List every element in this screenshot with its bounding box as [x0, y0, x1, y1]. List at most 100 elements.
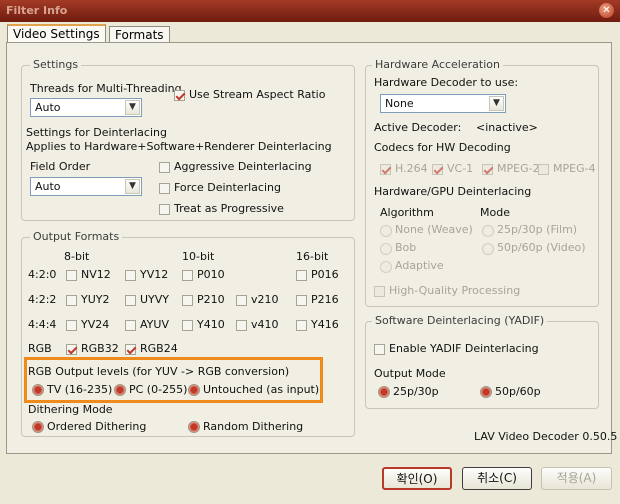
row-label-444: 4:4:4 [28, 318, 57, 331]
random-dither-radio[interactable] [188, 421, 200, 433]
field-order-select[interactable]: Auto ▼ [30, 177, 142, 196]
apply-button[interactable]: 적용(A) [541, 467, 612, 490]
y416-checkbox[interactable] [296, 320, 307, 331]
cancel-button[interactable]: 취소(C) [462, 467, 532, 490]
ok-button[interactable]: 확인(O) [382, 467, 452, 490]
h264-label: H.264 [395, 162, 428, 175]
bob-radio[interactable] [380, 243, 392, 255]
p010-label: P010 [197, 268, 225, 281]
active-decoder-value: <inactive> [476, 121, 538, 134]
rgb32-label: RGB32 [81, 342, 119, 355]
field-order-value: Auto [35, 180, 61, 193]
active-decoder-label: Active Decoder: [374, 121, 462, 134]
yadif-25p-label: 25p/30p [393, 385, 439, 398]
film-mode-label: 25p/30p (Film) [497, 223, 578, 236]
stream-aspect-label: Use Stream Aspect Ratio [189, 88, 326, 101]
yadif-enable-label: Enable YADIF Deinterlacing [389, 342, 539, 355]
yv12-checkbox[interactable] [125, 270, 136, 281]
force-checkbox[interactable] [159, 183, 170, 194]
nv12-checkbox[interactable] [66, 270, 77, 281]
yadif-group: Software Deinterlacing (YADIF) Enable YA… [365, 314, 599, 409]
v210-checkbox[interactable] [236, 295, 247, 306]
rgb24-label: RGB24 [140, 342, 178, 355]
p016-label: P016 [311, 268, 339, 281]
hq-processing-checkbox[interactable] [374, 286, 385, 297]
v210-label: v210 [251, 293, 279, 306]
uyvy-label: UYVY [140, 293, 170, 306]
row-label-rgb: RGB [28, 342, 52, 355]
p210-checkbox[interactable] [182, 295, 193, 306]
col-16bit: 16-bit [296, 250, 329, 263]
settings-title: Settings [30, 58, 82, 71]
vc1-checkbox[interactable] [432, 164, 443, 175]
h264-checkbox[interactable] [380, 164, 391, 175]
p010-checkbox[interactable] [182, 270, 193, 281]
title-bar: Filter Info ✕ [0, 0, 620, 22]
yadif-50p-radio[interactable] [480, 386, 492, 398]
ayuv-checkbox[interactable] [125, 320, 136, 331]
chevron-down-icon: ▼ [489, 96, 504, 111]
chevron-down-icon: ▼ [125, 100, 140, 115]
hw-decoder-select[interactable]: None ▼ [380, 94, 506, 113]
aggressive-label: Aggressive Deinterlacing [174, 160, 312, 173]
threads-select[interactable]: Auto ▼ [30, 98, 142, 117]
vc1-label: VC-1 [447, 162, 474, 175]
mode-label: Mode [480, 206, 510, 219]
video-mode-label: 50p/60p (Video) [497, 241, 586, 254]
weave-label: None (Weave) [395, 223, 473, 236]
y410-checkbox[interactable] [182, 320, 193, 331]
yadif-mode-label: Output Mode [374, 367, 446, 380]
v410-checkbox[interactable] [236, 320, 247, 331]
p210-label: P210 [197, 293, 225, 306]
ordered-dither-radio[interactable] [32, 421, 44, 433]
output-formats-group: Output Formats 8-bit 10-bit 16-bit 4:2:0… [21, 230, 355, 437]
mpeg2-label: MPEG-2 [497, 162, 540, 175]
algorithm-label: Algorithm [380, 206, 434, 219]
p016-checkbox[interactable] [296, 270, 307, 281]
rgb32-checkbox[interactable] [66, 344, 77, 355]
tab-video-settings[interactable]: Video Settings [7, 24, 106, 42]
adaptive-radio[interactable] [380, 261, 392, 273]
progressive-checkbox[interactable] [159, 204, 170, 215]
stream-aspect-checkbox[interactable] [174, 90, 185, 101]
yv24-label: YV24 [81, 318, 110, 331]
yadif-25p-radio[interactable] [378, 386, 390, 398]
version-label: LAV Video Decoder 0.50.5 [474, 430, 618, 443]
yv24-checkbox[interactable] [66, 320, 77, 331]
deint-sub-label: Applies to Hardware+Software+Renderer De… [26, 140, 332, 153]
yuy2-checkbox[interactable] [66, 295, 77, 306]
tab-formats[interactable]: Formats [109, 26, 170, 43]
yadif-enable-checkbox[interactable] [374, 344, 385, 355]
v410-label: v410 [251, 318, 279, 331]
video-mode-radio[interactable] [482, 243, 494, 255]
output-title: Output Formats [30, 230, 123, 243]
yuy2-label: YUY2 [81, 293, 110, 306]
film-mode-radio[interactable] [482, 225, 494, 237]
filter-info-dialog: Filter Info ✕ Video Settings Formats Set… [0, 0, 620, 504]
gpu-deint-label: Hardware/GPU Deinterlacing [374, 185, 532, 198]
row-label-422: 4:2:2 [28, 293, 57, 306]
ayuv-label: AYUV [140, 318, 169, 331]
col-8bit: 8-bit [64, 250, 90, 263]
adaptive-label: Adaptive [395, 259, 444, 272]
progressive-label: Treat as Progressive [174, 202, 284, 215]
field-order-label: Field Order [30, 160, 91, 173]
mpeg4-checkbox[interactable] [538, 164, 549, 175]
close-icon[interactable]: ✕ [599, 3, 614, 18]
force-label: Force Deinterlacing [174, 181, 281, 194]
uyvy-checkbox[interactable] [125, 295, 136, 306]
p216-checkbox[interactable] [296, 295, 307, 306]
chevron-down-icon: ▼ [125, 179, 140, 194]
rgb24-checkbox[interactable] [125, 344, 136, 355]
yadif-50p-label: 50p/60p [495, 385, 541, 398]
row-label-420: 4:2:0 [28, 268, 57, 281]
hw-decoder-value: None [385, 97, 414, 110]
hw-accel-group: Hardware Acceleration Hardware Decoder t… [365, 58, 599, 307]
dither-label: Dithering Mode [28, 403, 113, 416]
aggressive-checkbox[interactable] [159, 162, 170, 173]
weave-radio[interactable] [380, 225, 392, 237]
col-10bit: 10-bit [182, 250, 215, 263]
hw-decoder-label: Hardware Decoder to use: [374, 76, 519, 89]
video-settings-panel: Settings Threads for Multi-Threading Aut… [6, 42, 617, 454]
mpeg2-checkbox[interactable] [482, 164, 493, 175]
